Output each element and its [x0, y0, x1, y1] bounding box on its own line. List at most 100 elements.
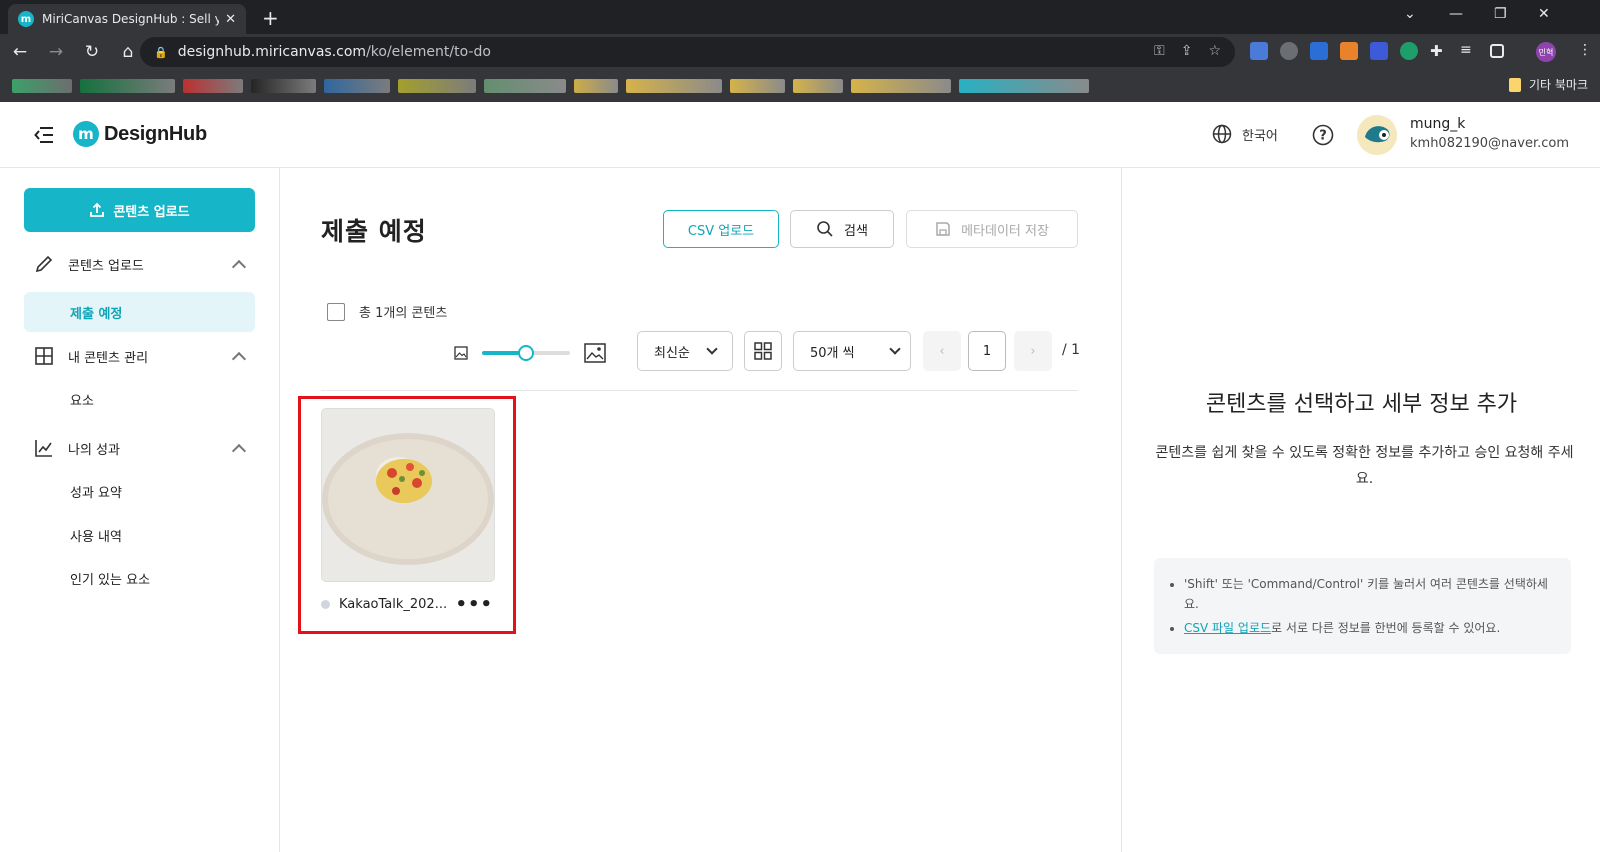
slider-thumb[interactable]	[518, 345, 534, 361]
bookmark-item[interactable]	[851, 79, 951, 93]
sidebar-section-performance[interactable]: 나의 성과	[34, 438, 247, 458]
address-bar[interactable]: 🔒 designhub.miricanvas.com/ko/element/to…	[140, 37, 1235, 67]
puzzle-icon[interactable]: ✚	[1430, 42, 1448, 60]
grid-view-button[interactable]	[744, 331, 782, 371]
help-icon[interactable]: ?	[1312, 124, 1334, 146]
sidebar: 콘텐츠 업로드 콘텐츠 업로드 제출 예정 내 콘텐츠 관리 요소 나의 성과 …	[0, 168, 280, 852]
restore-icon[interactable]: ❐	[1494, 6, 1507, 22]
back-icon[interactable]: ←	[4, 42, 36, 62]
other-bookmarks-label: 기타 북마크	[1528, 78, 1588, 92]
user-name: mung_k	[1410, 116, 1466, 132]
new-tab-icon[interactable]: +	[262, 6, 279, 30]
chevron-down-icon	[888, 343, 901, 355]
search-icon	[817, 221, 833, 237]
language-label: 한국어	[1242, 128, 1278, 144]
sidebar-item-popular[interactable]: 인기 있는 요소	[70, 569, 150, 588]
extension-icon[interactable]	[1310, 42, 1328, 60]
side-panel-icon[interactable]	[1490, 44, 1504, 58]
sidebar-item-elements[interactable]: 요소	[70, 390, 94, 409]
share-icon[interactable]: ⇪	[1181, 43, 1193, 59]
bookmark-item[interactable]	[12, 79, 72, 93]
reading-list-icon[interactable]: ≡	[1460, 42, 1478, 60]
more-options-icon[interactable]: •••	[455, 594, 493, 615]
bookmark-item[interactable]	[80, 79, 175, 93]
bookmark-item[interactable]	[730, 79, 785, 93]
tip-item: 'Shift' 또는 'Command/Control' 키를 눌러서 여러 콘…	[1184, 574, 1551, 614]
minimize-icon[interactable]: —	[1449, 6, 1463, 22]
page-number-input[interactable]: 1	[968, 331, 1006, 371]
search-button[interactable]: 검색	[790, 210, 894, 248]
translate-extension-icon[interactable]	[1250, 42, 1268, 60]
designhub-logo[interactable]: m DesignHub	[73, 121, 207, 147]
extension-icon[interactable]	[1400, 42, 1418, 60]
miricanvas-favicon-icon: m	[18, 11, 34, 27]
layout-grid-icon	[35, 347, 53, 365]
image-large-icon	[584, 343, 606, 363]
browser-chrome: m MiriCanvas DesignHub : Sell your ✕ + ⌄…	[0, 0, 1600, 102]
forward-icon[interactable]: →	[40, 42, 72, 62]
browser-toolbar: ← → ↻ ⌂ 🔒 designhub.miricanvas.com/ko/el…	[0, 34, 1600, 70]
sidebar-item-summary[interactable]: 성과 요약	[70, 482, 122, 501]
globe-icon	[1212, 124, 1232, 144]
sidebar-section-content-upload[interactable]: 콘텐츠 업로드	[34, 254, 247, 274]
select-all-label: 총 1개의 콘텐츠	[359, 306, 448, 321]
bookmark-item[interactable]	[574, 79, 618, 93]
csv-upload-link[interactable]: CSV 파일 업로드	[1184, 621, 1271, 635]
lock-icon: 🔒	[154, 45, 168, 59]
previous-page-button[interactable]: ‹	[923, 331, 961, 371]
tips-box: 'Shift' 또는 'Command/Control' 키를 눌러서 여러 콘…	[1154, 558, 1571, 654]
select-all-checkbox[interactable]	[327, 302, 345, 321]
browser-tab[interactable]: m MiriCanvas DesignHub : Sell your ✕	[8, 4, 246, 34]
bookmark-star-icon[interactable]: ☆	[1208, 43, 1221, 59]
sidebar-section-label: 나의 성과	[68, 442, 120, 458]
sidebar-item-to-do[interactable]: 제출 예정	[24, 292, 255, 332]
other-bookmarks[interactable]: 기타 북마크	[1508, 76, 1588, 93]
metamask-extension-icon[interactable]	[1340, 42, 1358, 60]
language-selector[interactable]: 한국어	[1212, 124, 1278, 144]
next-page-button[interactable]: ›	[1014, 331, 1052, 371]
sort-select[interactable]: 최신순	[637, 331, 733, 371]
detail-panel: 콘텐츠를 선택하고 세부 정보 추가 콘텐츠를 쉽게 찾을 수 있도록 정확한 …	[1121, 168, 1600, 852]
reload-icon[interactable]: ↻	[76, 42, 108, 62]
per-page-select[interactable]: 50개 씩	[793, 331, 911, 371]
url-path: /ko/element/to-do	[366, 44, 491, 60]
food-plate-image	[322, 409, 494, 581]
bookmark-item[interactable]	[484, 79, 566, 93]
save-metadata-button-label: 메타데이터 저장	[961, 223, 1049, 239]
bookmark-item[interactable]	[959, 79, 1089, 93]
close-window-icon[interactable]: ✕	[1538, 6, 1550, 22]
tip-text: 로 서로 다른 정보를 한번에 등록할 수 있어요.	[1271, 621, 1501, 635]
bookmark-item[interactable]	[251, 79, 316, 93]
sidebar-section-my-content[interactable]: 내 콘텐츠 관리	[34, 346, 247, 366]
bookmark-item[interactable]	[398, 79, 476, 93]
user-avatar[interactable]	[1357, 115, 1397, 155]
csv-upload-button[interactable]: CSV 업로드	[663, 210, 779, 248]
content-card-name: KakaoTalk_202...	[339, 597, 448, 612]
content-upload-button[interactable]: 콘텐츠 업로드	[24, 188, 255, 232]
tab-close-icon[interactable]: ✕	[225, 12, 236, 27]
sidebar-item-usage[interactable]: 사용 내역	[70, 526, 122, 545]
page-title: 제출 예정	[321, 217, 427, 246]
detail-panel-description: 콘텐츠를 쉽게 찾을 수 있도록 정확한 정보를 추가하고 승인 요청해 주세요…	[1155, 445, 1574, 487]
content-card-thumbnail[interactable]	[321, 408, 495, 582]
chevron-up-icon	[231, 259, 247, 274]
password-key-icon[interactable]: ⚿	[1154, 43, 1165, 59]
bookmark-item[interactable]	[626, 79, 722, 93]
thumbnail-size-slider[interactable]	[482, 345, 570, 361]
bookmark-item[interactable]	[324, 79, 390, 93]
extension-icon[interactable]	[1370, 42, 1388, 60]
profile-avatar[interactable]: 민혁	[1536, 42, 1556, 62]
status-dot-icon	[321, 600, 330, 609]
bookmark-item[interactable]	[793, 79, 843, 93]
content-card-meta: KakaoTalk_202... •••	[321, 594, 495, 615]
collapse-menu-icon[interactable]	[34, 126, 54, 144]
divider	[321, 390, 1078, 391]
tab-search-icon[interactable]: ⌄	[1404, 6, 1416, 22]
avatar-illustration-icon	[1357, 115, 1397, 155]
bookmark-item[interactable]	[183, 79, 243, 93]
browser-menu-icon[interactable]: ⋮	[1578, 42, 1592, 58]
extensions-area: ✚ ≡	[1250, 42, 1504, 60]
save-metadata-button[interactable]: 메타데이터 저장	[906, 210, 1078, 248]
extension-icon[interactable]	[1280, 42, 1298, 60]
main-content: 제출 예정 CSV 업로드 검색 메타데이터 저장 총 1개의 콘텐츠 최신순 …	[281, 168, 1121, 852]
